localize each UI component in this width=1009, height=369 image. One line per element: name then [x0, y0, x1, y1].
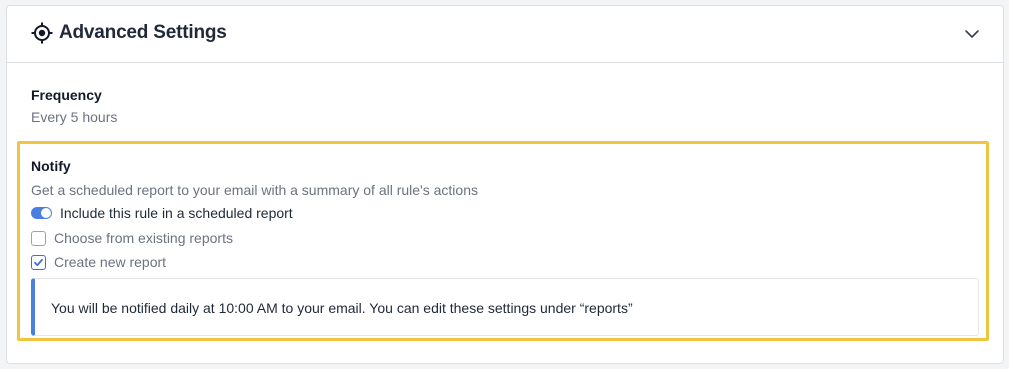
- choose-existing-reports-checkbox[interactable]: [31, 230, 46, 246]
- info-callout: You will be notified daily at 10:00 AM t…: [31, 278, 979, 336]
- toggle-knob: [41, 208, 51, 218]
- scheduled-report-toggle[interactable]: [31, 207, 52, 219]
- advanced-settings-card: Advanced Settings Frequency Every 5 hour…: [6, 5, 1004, 364]
- checkbox-label: Choose from existing reports: [54, 230, 233, 246]
- toggle-label: Include this rule in a scheduled report: [60, 205, 293, 221]
- notify-section: Notify Get a scheduled report to your em…: [17, 141, 989, 341]
- create-new-report-checkbox[interactable]: [31, 254, 46, 270]
- notify-title: Notify: [31, 158, 71, 174]
- card-header[interactable]: Advanced Settings: [7, 6, 1003, 63]
- info-text: You will be notified daily at 10:00 AM t…: [51, 300, 633, 316]
- scheduled-report-toggle-row[interactable]: Include this rule in a scheduled report: [31, 205, 293, 221]
- checkmark-icon: [34, 258, 43, 266]
- section-title: Advanced Settings: [59, 22, 227, 43]
- chevron-down-icon[interactable]: [962, 24, 982, 44]
- choose-existing-reports-option[interactable]: Choose from existing reports: [31, 230, 233, 246]
- frequency-value: Every 5 hours: [31, 109, 118, 125]
- frequency-label: Frequency: [31, 87, 102, 103]
- notify-description: Get a scheduled report to your email wit…: [31, 182, 478, 198]
- create-new-report-option[interactable]: Create new report: [31, 254, 166, 270]
- checkbox-label: Create new report: [54, 254, 167, 270]
- crosshair-icon: [31, 22, 53, 44]
